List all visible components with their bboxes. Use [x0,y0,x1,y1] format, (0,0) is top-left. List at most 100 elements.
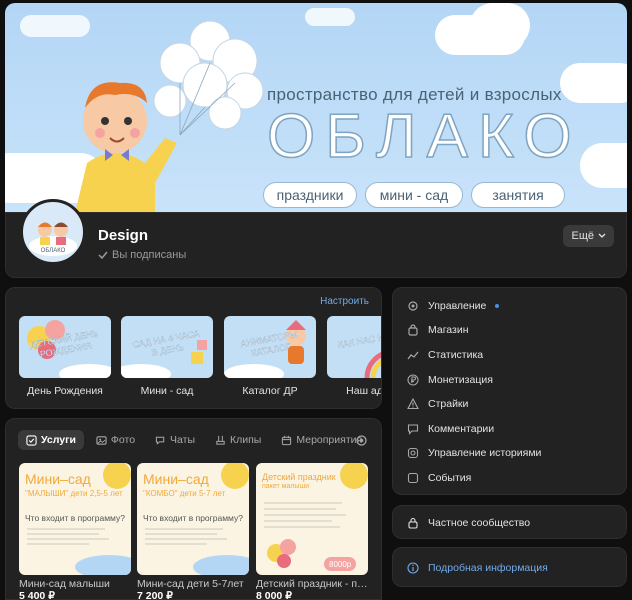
product-name: Мини-сад малыши [19,578,110,590]
story-thumbnail: АНИМАТОРЫ КАТАЛОГ [224,316,316,378]
product-title: Мини–сад [143,471,209,487]
avatar-image: ОБЛАКО [29,222,77,256]
menu-item-comments[interactable]: Комментарии [407,419,494,439]
product-thumbnail: Мини–сад "КОМБО" дети 5-7 лет Что входит… [137,463,249,575]
menu-item-label: Подробная информация [428,562,548,574]
menu-item-strikes[interactable]: Страйки [407,394,468,414]
tab-label: Фото [110,434,136,446]
product-question: Что входит в программу? [25,513,125,523]
avatar[interactable]: ОБЛАКО [20,199,86,265]
product-subtitle: "КОМБО" дети 5-7 лет [143,489,226,498]
tab-photos[interactable]: Фото [88,430,143,450]
subscription-status[interactable]: Вы подписаны [98,249,186,261]
content-tabs: Услуги Фото Чаты Клипы Мероприятия [18,430,370,450]
product-title: Мини–сад [25,471,91,487]
menu-item-label: Магазин [428,324,469,336]
settings-icon[interactable] [355,434,368,447]
group-name: Design [98,227,149,244]
group-header: ОБЛАКО Design Вы подписаны Ещё [5,199,627,278]
product-price: 7 200 ₽ [137,590,173,600]
content-panel: Услуги Фото Чаты Клипы Мероприятия Мини–… [5,418,382,600]
cover-pill-holidays: праздники [263,182,357,208]
menu-item-monetization[interactable]: Монетизация [407,370,493,390]
product-name: Детский праздник - пакет малыши [256,578,368,590]
more-button-label: Ещё [571,230,594,242]
comment-icon [407,424,419,435]
product-card[interactable]: Мини–сад "МАЛЫШИ" дети 2,5-5 лет Что вхо… [19,463,131,600]
menu-item-label: Страйки [428,398,469,410]
ruble-icon [407,374,419,386]
product-card[interactable]: Детский праздник пакет малыши 8000р Детс… [256,463,368,600]
warning-icon [407,398,419,410]
tab-clips[interactable]: Клипы [207,430,269,450]
menu-item-label: Управление историями [428,447,542,459]
story-birthday[interactable]: ДЕТСКИЙ ДЕНЬ РОЖДЕНИЯ День Рождения [19,316,111,397]
tab-services[interactable]: Услуги [18,430,84,450]
stories-panel: Настроить ДЕТСКИЙ ДЕНЬ РОЖДЕНИЯ День Рож… [5,287,382,409]
product-question: Что входит в программу? [143,513,243,523]
story-thumbnail: ДЕТСКИЙ ДЕНЬ РОЖДЕНИЯ [19,316,111,378]
product-card[interactable]: Мини–сад "КОМБО" дети 5-7 лет Что входит… [137,463,249,600]
story-label: Каталог ДР [242,385,298,397]
story-label: День Рождения [27,385,103,397]
product-subtitle: "МАЛЫШИ" дети 2,5-5 лет [25,489,123,498]
cover-pill-classes: занятия [471,182,565,208]
clips-icon [216,435,225,445]
menu-item-events[interactable]: События [407,468,471,488]
product-thumbnail: Детский праздник пакет малыши 8000р [256,463,368,575]
details-panel: Подробная информация [392,547,627,587]
price-badge: 8000р [324,557,357,571]
menu-item-stories[interactable]: Управление историями [407,443,541,463]
lock-icon [408,517,418,529]
story-minigarden[interactable]: САД НА 4 ЧАСА В ДЕНЬ Мини - сад [121,316,213,397]
menu-item-shop[interactable]: Магазин [407,320,469,340]
product-thumbnail: Мини–сад "МАЛЫШИ" дети 2,5-5 лет Что вхо… [19,463,131,575]
photo-icon [96,435,107,445]
product-name: Мини-сад дети 5-7лет [137,578,244,590]
tab-chats[interactable]: Чаты [147,430,203,450]
story-label: Мини - сад [140,385,194,397]
tab-label: Мероприятия [296,434,363,446]
story-thumbnail: КАК НАС НАЙТИ [327,316,381,378]
check-square-icon [26,434,37,446]
admin-menu: Управление Магазин Статистика Монетизаци… [392,287,627,495]
story-address[interactable]: КАК НАС НАЙТИ Наш адрес [327,316,382,397]
product-subtitle: пакет малыши [262,483,309,490]
menu-item-label: Монетизация [428,374,493,386]
event-icon [407,472,419,484]
menu-item-management[interactable]: Управление [407,296,500,316]
menu-item-label: Частное сообщество [428,517,531,529]
check-icon [98,251,108,260]
private-community-item[interactable]: Частное сообщество [407,513,530,533]
menu-item-statistics[interactable]: Статистика [407,345,483,365]
subscription-status-label: Вы подписаны [112,249,187,261]
tab-label: Клипы [230,434,262,446]
product-price: 5 400 ₽ [19,590,55,600]
menu-item-label: Комментарии [428,423,495,435]
notification-dot [495,304,500,308]
customize-link[interactable]: Настроить [320,296,369,307]
info-icon [407,562,419,574]
story-catalog[interactable]: АНИМАТОРЫ КАТАЛОГ Каталог ДР [224,316,316,397]
svg-text:ОБЛАКО: ОБЛАКО [41,248,66,254]
tab-label: Чаты [170,434,196,446]
bag-icon [408,324,418,336]
chevron-down-icon [598,233,606,238]
story-label: Наш адрес [346,385,382,397]
menu-item-label: Управление [428,300,487,312]
calendar-icon [282,435,292,445]
product-title: Детский праздник [262,472,336,482]
details-link[interactable]: Подробная информация [407,558,548,578]
cover-image: пространство для детей и взрослых ОБЛАКО… [5,3,627,213]
chart-icon [407,351,419,360]
menu-item-label: Статистика [428,349,484,361]
stories-icon [407,447,419,459]
product-price: 8 000 ₽ [256,590,292,600]
tab-label: Услуги [41,434,76,446]
story-thumbnail: САД НА 4 ЧАСА В ДЕНЬ [121,316,213,378]
private-community-panel: Частное сообщество [392,505,627,539]
more-button[interactable]: Ещё [563,225,614,247]
chat-icon [155,436,165,445]
cover-pill-minigarden: мини - сад [365,182,463,208]
gear-icon [408,301,418,311]
